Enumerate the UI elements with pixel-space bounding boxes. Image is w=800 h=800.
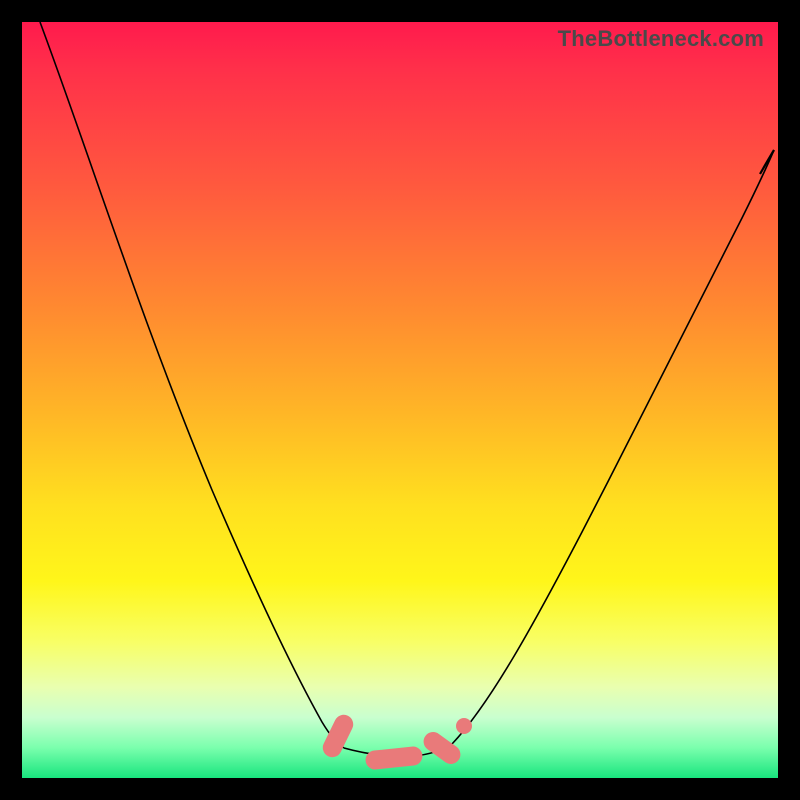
curve-right-tip <box>760 150 774 174</box>
bottleneck-curve <box>22 22 778 778</box>
marker-dot <box>456 718 472 734</box>
plot-area: TheBottleneck.com <box>22 22 778 778</box>
curve-left-branch <box>40 22 344 748</box>
marker-pill-left <box>320 712 355 759</box>
curve-right-branch <box>452 150 774 744</box>
marker-pill-middle <box>365 746 423 770</box>
marker-pill-right <box>421 729 464 767</box>
chart-frame: TheBottleneck.com <box>0 0 800 800</box>
